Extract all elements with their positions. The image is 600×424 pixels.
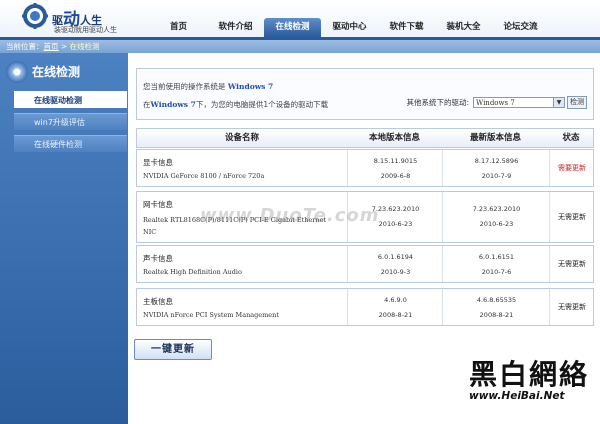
col-device-name: 设备名称 [224, 133, 259, 143]
sidebar-item-win7-upgrade[interactable]: win7升级评估 [14, 113, 127, 130]
local-version: 8.15.11.9015 [373, 157, 418, 165]
status-cell: 需要更新 [549, 150, 594, 186]
latest-version-cell: 4.6.8.65535 2008-8-21 [442, 289, 550, 325]
device-cell: 声卡信息 Realtek High Definition Audio [137, 246, 347, 282]
device-cell: 显卡信息 NVIDIA GeForce 8100 / nForce 720a [137, 150, 347, 186]
sidebar-title-text: 在线检测 [32, 65, 81, 79]
device-model: NVIDIA GeForce 8100 / nForce 720a [143, 172, 265, 180]
table-row: 主板信息 NVIDIA nForce PCI System Management… [136, 288, 594, 326]
status-badge: 无需更新 [558, 213, 586, 221]
status-cell: 无需更新 [549, 192, 594, 242]
sidebar-title: 在线检测 [0, 57, 128, 85]
col-local-version: 本地版本信息 [368, 133, 420, 143]
device-name: 显卡信息 [143, 158, 173, 167]
local-version-cell: 4.6.9.0 2008-8-21 [347, 289, 443, 325]
local-version-cell: 6.0.1.6194 2010-9-3 [347, 246, 443, 282]
os-name: Windows 7 [227, 82, 274, 91]
latest-version: 4.6.8.65535 [476, 296, 517, 304]
device-name: 网卡信息 [143, 200, 173, 209]
breadcrumb-home[interactable]: 首页 [44, 42, 59, 51]
one-click-update-button[interactable]: 一键更新 [134, 339, 212, 360]
latest-version: 8.17.12.5896 [474, 157, 519, 165]
watermark-corner-small: www.HeiBai.Net [469, 390, 565, 402]
status-badge: 无需更新 [558, 303, 586, 311]
breadcrumb: 当前位置：首页 > 在线检测 [0, 40, 600, 53]
device-model: NVIDIA nForce PCI System Management [143, 311, 279, 319]
latest-version-cell: 8.17.12.5896 2010-7-9 [442, 150, 550, 186]
breadcrumb-prefix: 当前位置： [6, 42, 44, 51]
status-cell: 无需更新 [549, 289, 594, 325]
chevron-down-icon: ▼ [553, 98, 564, 107]
other-os-label: 其他系统下的驱动: [406, 98, 469, 107]
local-date: 2009-6-8 [380, 172, 411, 180]
detect-button[interactable]: 检测 [567, 96, 587, 109]
os-info-box: 您当前使用的操作系统是 Windows 7 在Windows 7下，为您的电脑提… [136, 68, 594, 120]
status-badge: 无需更新 [558, 260, 586, 268]
table-row: 声卡信息 Realtek High Definition Audio 6.0.1… [136, 245, 594, 283]
nav-install-guide[interactable]: 装机大全 [435, 18, 492, 37]
table-row: 显卡信息 NVIDIA GeForce 8100 / nForce 720a 8… [136, 149, 594, 187]
local-date: 2010-9-3 [380, 268, 411, 276]
table-header: 设备名称 本地版本信息 最新版本信息 状态 [136, 128, 594, 148]
device-name: 主板信息 [143, 297, 173, 306]
latest-date: 2010-6-23 [479, 220, 514, 228]
os-select[interactable]: Windows 7 ▼ [473, 97, 565, 108]
site-logo[interactable]: 驱动人生 装驱动就用驱动人生 [52, 4, 162, 34]
sidebar-item-hardware-detect[interactable]: 在线硬件检测 [14, 135, 127, 152]
disc-icon [6, 61, 28, 83]
other-os-selector: 其他系统下的驱动: Windows 7 ▼ 检测 [406, 96, 587, 109]
col-status: 状态 [562, 133, 580, 143]
os-info-line: 您当前使用的操作系统是 Windows 7 [143, 82, 274, 91]
latest-date: 2008-8-21 [479, 311, 514, 319]
nav-home[interactable]: 首页 [150, 18, 207, 37]
local-version: 4.6.9.0 [384, 296, 407, 304]
local-version: 6.0.1.6194 [377, 253, 414, 261]
sidebar: 在线检测 在线驱动检测 win7升级评估 在线硬件检测 [0, 53, 128, 424]
watermark-corner: 黑白網絡 www.HeiBai.Net [469, 360, 595, 415]
nav-download[interactable]: 软件下载 [378, 18, 435, 37]
status-badge[interactable]: 需要更新 [550, 163, 594, 173]
driver-summary-line: 在Windows 7下，为您的电脑提供1个设备的驱动下载 [143, 100, 329, 109]
site-header: 驱动人生 装驱动就用驱动人生 首页 软件介绍 在线检测 驱动中心 软件下载 装机… [0, 0, 600, 37]
col-latest-version: 最新版本信息 [469, 133, 521, 143]
latest-version: 6.0.1.6151 [478, 253, 515, 261]
device-name: 声卡信息 [143, 254, 173, 263]
site-tagline: 装驱动就用驱动人生 [54, 26, 117, 34]
nav-driver-center[interactable]: 驱动中心 [321, 18, 378, 37]
latest-date: 2010-7-6 [481, 268, 512, 276]
latest-version: 7.23.623.2010 [472, 205, 521, 213]
device-cell: 主板信息 NVIDIA nForce PCI System Management [137, 289, 347, 325]
device-model: Realtek High Definition Audio [143, 268, 242, 276]
nav-online-detect[interactable]: 在线检测 [264, 18, 321, 37]
latest-version-cell: 6.0.1.6151 2010-7-6 [442, 246, 550, 282]
watermark-corner-big: 黑白網絡 [469, 358, 590, 391]
status-cell: 无需更新 [549, 246, 594, 282]
nav-software-intro[interactable]: 软件介绍 [207, 18, 264, 37]
sidebar-item-driver-detect[interactable]: 在线驱动检测 [14, 91, 127, 108]
breadcrumb-sep: > [58, 42, 70, 51]
local-version-cell: 8.15.11.9015 2009-6-8 [347, 150, 443, 186]
local-date: 2008-8-21 [378, 311, 413, 319]
nav-forum[interactable]: 论坛交流 [492, 18, 549, 37]
watermark-center: www.DuoTe.com [200, 205, 380, 226]
main-nav: 首页 软件介绍 在线检测 驱动中心 软件下载 装机大全 论坛交流 [150, 18, 549, 37]
gear-logo-icon [22, 3, 48, 29]
latest-date: 2010-7-9 [481, 172, 512, 180]
latest-version-cell: 7.23.623.2010 2010-6-23 [442, 192, 550, 242]
breadcrumb-current: 在线检测 [69, 42, 100, 51]
